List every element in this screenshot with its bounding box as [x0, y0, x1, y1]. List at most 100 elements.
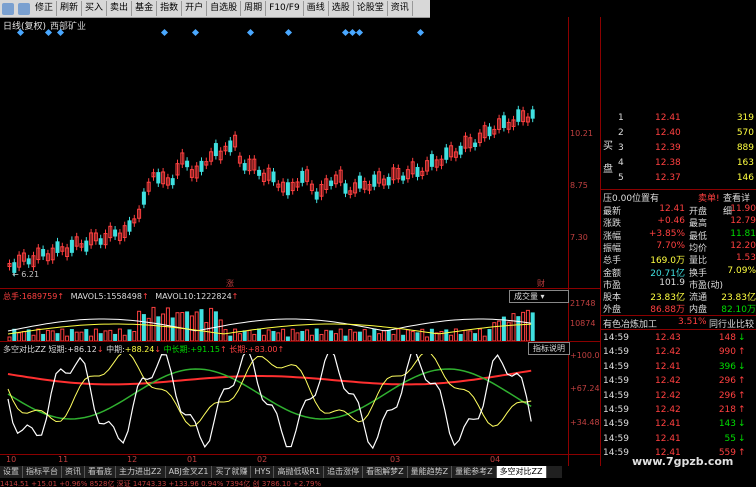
quote-key2: 流通 [689, 293, 708, 304]
volume-bar [482, 335, 487, 341]
orderbook-row[interactable]: 4 12.38 163 [600, 158, 756, 171]
tab-buy-earn[interactable]: 买了就赚 [212, 466, 252, 478]
volume-bar [266, 329, 271, 341]
orderbook-row[interactable]: 2 12.40 570 [600, 128, 756, 141]
volume-bar [21, 330, 26, 341]
tab-main-force[interactable]: 主力进出Z2 [116, 466, 166, 478]
level: 1 [618, 113, 624, 123]
price: 12.37 [655, 173, 681, 183]
quote-row: 外盘 86.88万 内盘 82.10万 [603, 302, 756, 316]
low-price-marker: ← 6.21 [12, 270, 40, 279]
candle-body [199, 160, 204, 172]
volume-bar [281, 328, 286, 341]
orderbook-row[interactable]: 1 12.41 319 [600, 113, 756, 126]
candle-body [473, 142, 478, 148]
date-label: 03 [390, 455, 401, 464]
trade-price: 12.41 [655, 361, 681, 372]
tab-news[interactable]: 资讯 [62, 466, 85, 478]
volume: 163 [736, 158, 754, 168]
volume-bar [285, 336, 290, 341]
quote-value2: 11.90 [730, 204, 756, 214]
candle-body [372, 174, 377, 187]
quote-key2: 开盘 [689, 207, 708, 217]
trade-price: 12.42 [655, 405, 681, 415]
candle-body [516, 109, 521, 122]
quote-row: 股本 23.83亿 流通 23.83亿 [603, 290, 756, 304]
volume-bar [257, 328, 262, 341]
tab-duokong[interactable]: 多空对比ZZ [496, 466, 547, 478]
volume-bar [45, 329, 50, 341]
orderbook-row[interactable]: 3 12.39 889 [600, 143, 756, 156]
tab-indicator-platform[interactable]: 指标平台 [23, 466, 62, 478]
candle-body [228, 140, 233, 153]
volume-bar [425, 336, 430, 341]
tab-volume-ref[interactable]: 量能参考Z [452, 466, 497, 478]
tab-high-low[interactable]: 高抛低吸R1 [274, 466, 325, 478]
tab-limit-up[interactable]: 追击涨停 [324, 466, 364, 478]
candle-body [84, 240, 89, 252]
volume-bar [17, 332, 22, 341]
quote-key: 涨跌 [603, 219, 622, 230]
quote-value: 23.83亿 [650, 293, 685, 304]
orderbook-row[interactable]: 5 12.37 146 [600, 173, 756, 186]
tab-hys[interactable]: HYS [251, 466, 275, 478]
quote-row: 涨幅 +3.85% 最低 11.81 [603, 228, 756, 242]
volume-bar [132, 331, 137, 341]
volume-bar [333, 333, 338, 341]
candle-body [415, 166, 420, 177]
volume-bar [141, 314, 146, 341]
volume-bar [165, 307, 170, 341]
rise-marker[interactable]: 涨 [226, 278, 234, 289]
volume-bar [65, 335, 70, 341]
candle-body [213, 143, 218, 157]
volume-axis-label: 10874 [570, 319, 596, 328]
trade-arrow-icon: ↓ [738, 333, 746, 343]
volume-bar [74, 331, 79, 341]
quote-value2: 11.81 [730, 228, 756, 239]
volume-bar [156, 316, 161, 341]
candle-body [141, 191, 146, 205]
tab-settings[interactable]: 设置 [0, 466, 23, 478]
trade-row: 14:59 12.41 55 ↓ [603, 434, 756, 447]
candlestick-chart[interactable] [0, 0, 568, 290]
candle-body [55, 241, 60, 253]
volume: 889 [736, 143, 754, 153]
tab-volume-trend[interactable]: 量能趋势Z [408, 466, 453, 478]
trade-row: 14:59 12.41 143 ↓ [603, 419, 756, 432]
volume-bar [252, 333, 257, 341]
quote-value2: 82.10万 [721, 305, 756, 316]
volume-bar [213, 311, 218, 341]
candle-body [185, 160, 190, 168]
volume-bar [113, 333, 118, 341]
quote-value: 169.0万 [650, 256, 685, 267]
volume-bar [295, 332, 300, 341]
tab-abj[interactable]: ABJ金叉Z1 [166, 466, 213, 478]
date-label: 11 [58, 455, 69, 464]
tab-kankandi[interactable]: 看看底 [85, 466, 116, 478]
volume-bar [362, 329, 367, 341]
level: 4 [618, 158, 624, 168]
indicator-name[interactable]: 多空对比ZZ [3, 345, 46, 354]
chevron-down-icon: ▾ [540, 292, 545, 301]
sell-order-button[interactable]: 卖单! [698, 191, 720, 204]
volume-bar [185, 311, 190, 341]
candle-body [487, 126, 492, 137]
trade-volume: 143 [718, 419, 736, 430]
finance-marker[interactable]: 财 [537, 278, 545, 289]
volume-bar [180, 312, 185, 341]
volume-bar [31, 334, 36, 341]
trade-time: 14:59 [603, 361, 629, 372]
volume-bar [218, 319, 223, 341]
indicator-chart[interactable] [0, 354, 568, 454]
volume-bar [300, 330, 305, 341]
tab-chart-dream[interactable]: 看图解梦Z [363, 466, 408, 478]
volume-bar [391, 333, 396, 341]
trade-price: 12.42 [655, 376, 681, 387]
volume-bar [401, 334, 406, 341]
volume-bar [271, 331, 276, 341]
trade-price: 12.42 [655, 390, 681, 401]
volume-bar [348, 329, 353, 341]
volume-chart[interactable] [0, 301, 568, 341]
volume-bar [89, 335, 94, 341]
quote-row: 市盈 101.9 市盈(动) [603, 278, 756, 291]
